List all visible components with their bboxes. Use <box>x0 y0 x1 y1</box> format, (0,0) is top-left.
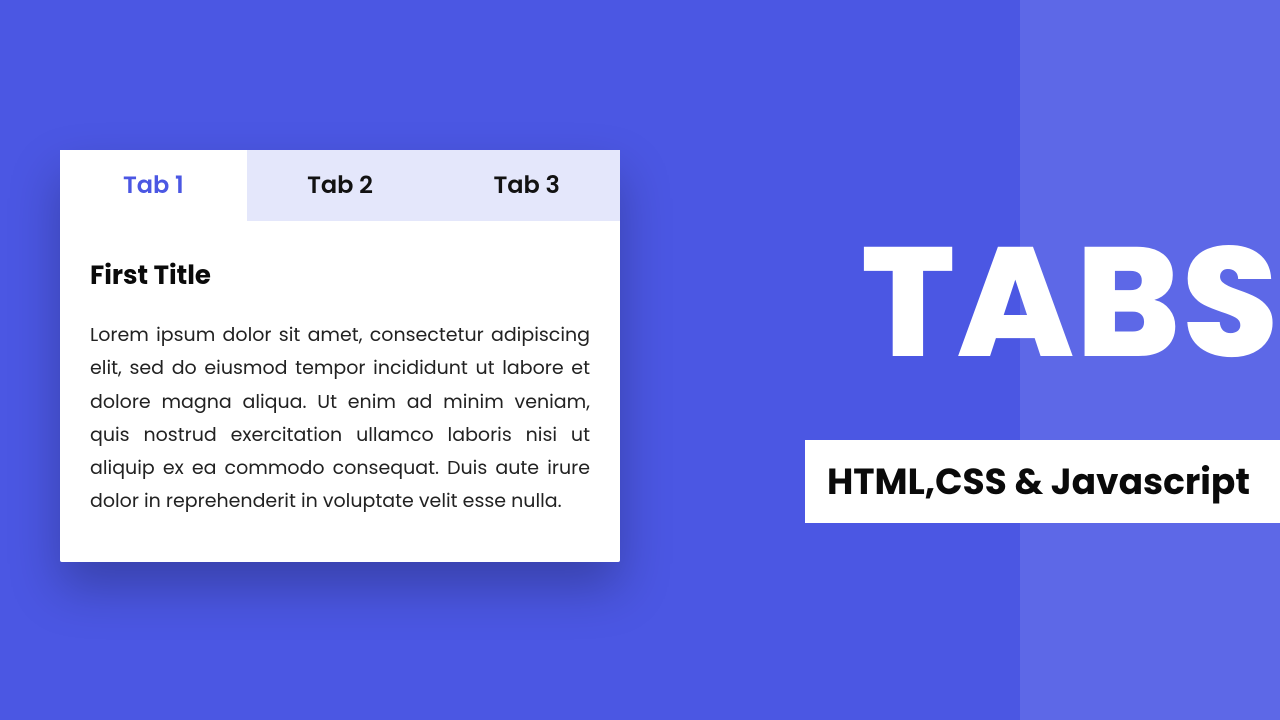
tab-2[interactable]: Tab 2 <box>247 150 434 221</box>
hero-title: TABS <box>861 225 1280 380</box>
content-body: Lorem ipsum dolor sit amet, consectetur … <box>90 318 590 518</box>
tab-1[interactable]: Tab 1 <box>60 150 247 221</box>
tabs-header: Tab 1 Tab 2 Tab 3 <box>60 150 620 221</box>
tab-content: First Title Lorem ipsum dolor sit amet, … <box>60 221 620 562</box>
content-title: First Title <box>90 257 590 296</box>
tab-3[interactable]: Tab 3 <box>433 150 620 221</box>
hero-subtitle: HTML,CSS & Javascript <box>805 440 1280 523</box>
tabs-card: Tab 1 Tab 2 Tab 3 First Title Lorem ipsu… <box>60 150 620 562</box>
